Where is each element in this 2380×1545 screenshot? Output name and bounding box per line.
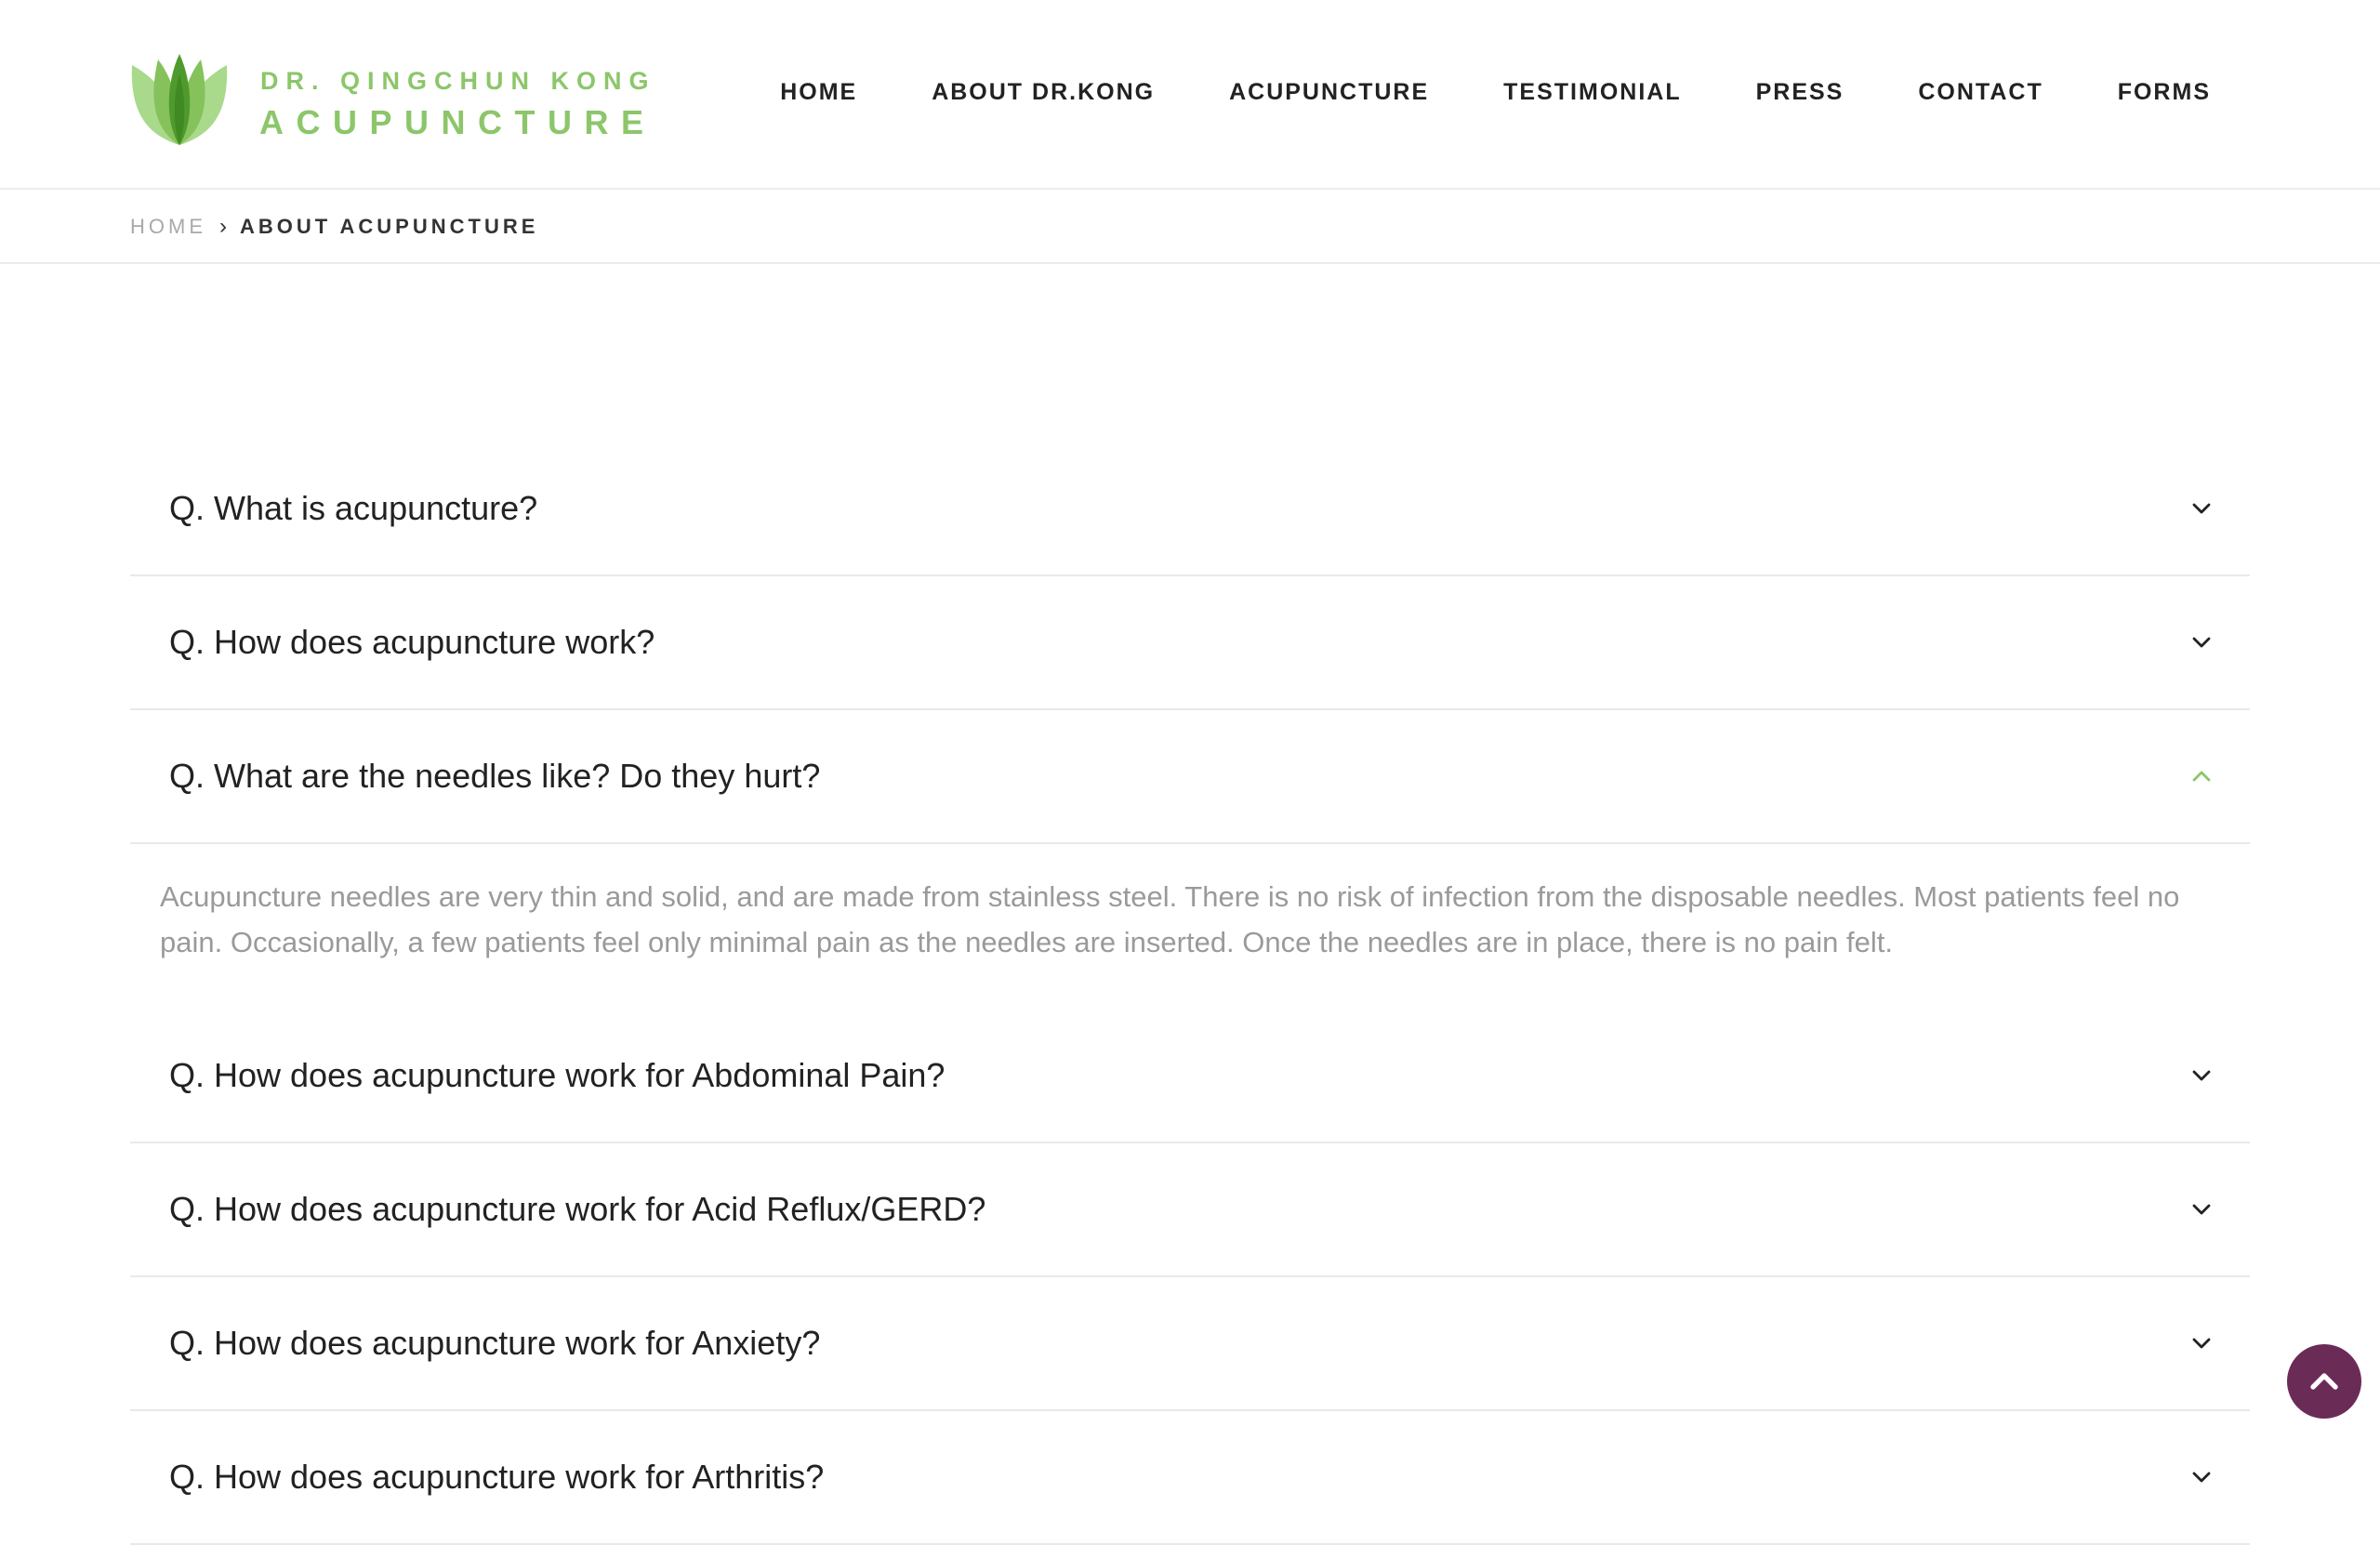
site-header: DR. QINGCHUN KONG ACUPUNCTURE HOME ABOUT…	[0, 0, 2380, 190]
faq-question: Q. How does acupuncture work for Arthrit…	[169, 1458, 825, 1496]
faq-item: Q. How does acupuncture work?	[130, 576, 2250, 710]
faq-item-expanded: Q. What are the needles like? Do they hu…	[130, 710, 2250, 844]
chevron-up-icon	[2192, 771, 2211, 782]
main-nav: HOME ABOUT DR.KONG ACUPUNCTURE TESTIMONI…	[780, 78, 2211, 106]
faq-question-toggle[interactable]: Q. How does acupuncture work for Acid Re…	[130, 1143, 2250, 1275]
nav-item-forms[interactable]: FORMS	[2118, 78, 2211, 106]
nav-item-contact[interactable]: CONTACT	[1918, 78, 2043, 106]
breadcrumb-current: ABOUT ACUPUNCTURE	[240, 215, 539, 238]
faq-answer: Acupuncture needles are very thin and so…	[160, 880, 2180, 958]
faq-question-toggle[interactable]: Q. How does acupuncture work for Abdomin…	[130, 1010, 2250, 1142]
breadcrumb-separator-icon: ›	[219, 214, 227, 239]
chevron-up-icon	[2310, 1373, 2338, 1390]
chevron-down-icon	[2192, 1472, 2211, 1483]
nav-item-home[interactable]: HOME	[780, 78, 857, 106]
faq-question: Q. How does acupuncture work for Abdomin…	[169, 1056, 945, 1094]
faq-question-toggle[interactable]: Q. How does acupuncture work for Anxiety…	[130, 1277, 2250, 1409]
logo-name: DR. QINGCHUN KONG	[260, 67, 656, 95]
nav-item-press[interactable]: PRESS	[1756, 78, 1844, 106]
faq-question-toggle[interactable]: Q. How does acupuncture work for Arthrit…	[130, 1411, 2250, 1543]
faq-question-toggle[interactable]: Q. What are the needles like? Do they hu…	[130, 710, 2250, 842]
faq-item: Q. How does acupuncture work for Acid Re…	[130, 1143, 2250, 1277]
breadcrumb-home-link[interactable]: HOME	[130, 215, 206, 239]
chevron-down-icon	[2192, 503, 2211, 514]
faq-item: Q. How does acupuncture work for Anxiety…	[130, 1277, 2250, 1411]
faq-item: Q. What is acupuncture?	[130, 442, 2250, 576]
faq-item: Q. How does acupuncture work for Arthrit…	[130, 1411, 2250, 1545]
faq-question-toggle[interactable]: Q. What is acupuncture?	[130, 442, 2250, 574]
faq-accordion: Q. What is acupuncture? Q. How does acup…	[130, 442, 2250, 1545]
faq-question: Q. What is acupuncture?	[169, 489, 538, 527]
site-logo[interactable]: DR. QINGCHUN KONG ACUPUNCTURE	[126, 52, 649, 151]
chevron-down-icon	[2192, 1204, 2211, 1215]
faq-item: Q. How does acupuncture work for Abdomin…	[130, 1010, 2250, 1143]
breadcrumb-bar: HOME › ABOUT ACUPUNCTURE	[0, 190, 2380, 264]
chevron-down-icon	[2192, 637, 2211, 648]
faq-question: Q. How does acupuncture work for Acid Re…	[169, 1190, 986, 1228]
nav-item-about-dr-kong[interactable]: ABOUT DR.KONG	[932, 78, 1155, 106]
nav-item-acupuncture[interactable]: ACUPUNCTURE	[1229, 78, 1429, 106]
scroll-to-top-button[interactable]	[2287, 1344, 2361, 1419]
faq-question: Q. What are the needles like? Do they hu…	[169, 757, 821, 795]
faq-question: Q. How does acupuncture work for Anxiety…	[169, 1324, 821, 1362]
chevron-down-icon	[2192, 1338, 2211, 1349]
faq-question-toggle[interactable]: Q. How does acupuncture work?	[130, 576, 2250, 708]
nav-item-testimonial[interactable]: TESTIMONIAL	[1503, 78, 1681, 106]
faq-question: Q. How does acupuncture work?	[169, 623, 655, 661]
breadcrumb: HOME › ABOUT ACUPUNCTURE	[130, 214, 538, 240]
chevron-down-icon	[2192, 1070, 2211, 1081]
lotus-icon	[131, 54, 228, 145]
logo-subtitle: ACUPUNCTURE	[259, 103, 656, 141]
